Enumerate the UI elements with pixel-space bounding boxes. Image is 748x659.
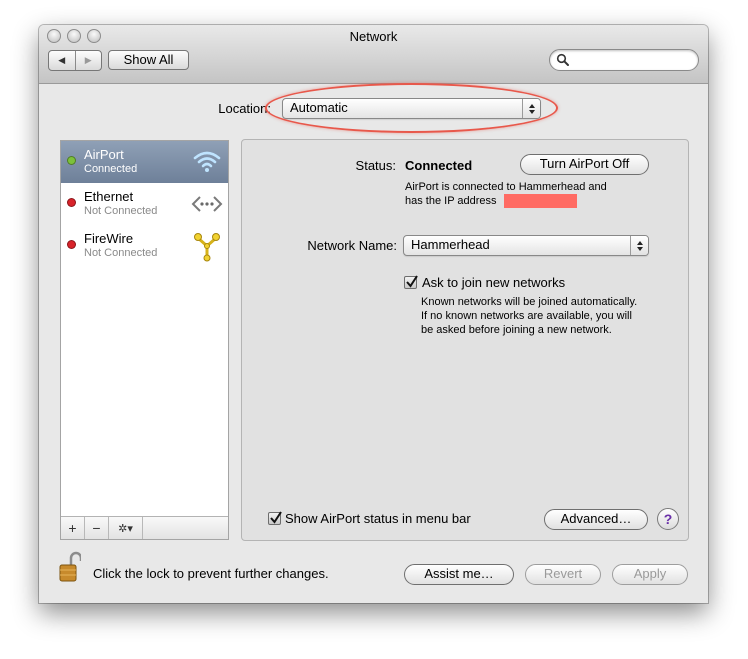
ask-to-join-help-line3: be asked before joining a new network. xyxy=(421,324,612,336)
service-name: AirPort xyxy=(84,147,124,162)
location-label: Location: xyxy=(218,101,271,116)
popup-arrows-icon xyxy=(630,236,648,255)
ask-to-join-checkbox[interactable] xyxy=(404,275,418,289)
action-menu-gear-icon[interactable]: ✲▾ xyxy=(109,517,143,539)
status-description-line2: has the IP address xyxy=(405,195,497,207)
window-title: Network xyxy=(349,29,398,44)
back-button[interactable]: ◀ xyxy=(49,51,75,70)
annotation-ellipse xyxy=(265,83,558,133)
service-name: FireWire xyxy=(84,231,134,246)
add-service-button[interactable]: + xyxy=(61,517,85,539)
wifi-icon xyxy=(193,151,221,172)
show-all-button[interactable]: Show All xyxy=(108,50,189,70)
service-name: Ethernet xyxy=(84,189,134,204)
ask-to-join-label: Ask to join new networks xyxy=(422,275,566,290)
search-icon xyxy=(556,53,569,66)
status-dot-green-icon xyxy=(67,156,76,165)
service-list: AirPort Connected Ethernet Not Connected xyxy=(60,140,229,540)
checkmark-icon xyxy=(270,511,282,524)
service-ethernet[interactable]: Ethernet Not Connected xyxy=(61,183,228,225)
show-status-label: Show AirPort status in menu bar xyxy=(285,511,471,526)
help-button[interactable]: ? xyxy=(657,508,679,530)
remove-service-button[interactable]: − xyxy=(85,517,109,539)
apply-button[interactable]: Apply xyxy=(612,564,688,585)
service-firewire[interactable]: FireWire Not Connected xyxy=(61,225,228,267)
ethernet-icon xyxy=(191,196,223,212)
status-dot-red-icon xyxy=(67,198,76,207)
network-name-popup[interactable]: Hammerhead xyxy=(403,235,649,256)
service-airport[interactable]: AirPort Connected xyxy=(61,141,228,183)
service-status: Not Connected xyxy=(84,247,158,259)
turn-airport-off-button[interactable]: Turn AirPort Off xyxy=(520,154,649,175)
service-status: Connected xyxy=(84,163,138,175)
back-forward-control: ◀ ▶ xyxy=(48,50,102,71)
advanced-button[interactable]: Advanced… xyxy=(544,509,648,530)
forward-button[interactable]: ▶ xyxy=(74,51,102,70)
title-bar: Network ◀ ▶ Show All xyxy=(39,25,708,84)
lock-icon[interactable] xyxy=(59,551,81,583)
network-preferences-window: Network ◀ ▶ Show All Location: Automatic… xyxy=(39,25,708,603)
status-label: Status: xyxy=(355,158,396,173)
firewire-icon xyxy=(194,233,220,262)
revert-button[interactable]: Revert xyxy=(525,564,601,585)
status-description-line1: AirPort is connected to Hammerhead and xyxy=(405,181,607,193)
search-input[interactable] xyxy=(572,52,696,70)
checkmark-icon xyxy=(406,275,418,288)
status-dot-red-icon xyxy=(67,240,76,249)
ip-address-redaction xyxy=(504,194,577,208)
network-name-value: Hammerhead xyxy=(411,237,490,252)
service-status: Not Connected xyxy=(84,205,158,217)
ask-to-join-help-line2: If no known networks are available, you … xyxy=(421,310,632,322)
status-value: Connected xyxy=(405,158,473,173)
show-status-checkbox[interactable] xyxy=(268,511,282,525)
assist-me-button[interactable]: Assist me… xyxy=(404,564,514,585)
ask-to-join-help-line1: Known networks will be joined automatica… xyxy=(421,296,638,308)
network-name-label: Network Name: xyxy=(307,238,397,253)
lock-message: Click the lock to prevent further change… xyxy=(93,566,329,581)
search-field xyxy=(549,49,699,71)
service-list-toolbar: + − ✲▾ xyxy=(61,516,228,539)
airport-settings-pane: Status: Connected Turn AirPort Off AirPo… xyxy=(241,139,689,541)
